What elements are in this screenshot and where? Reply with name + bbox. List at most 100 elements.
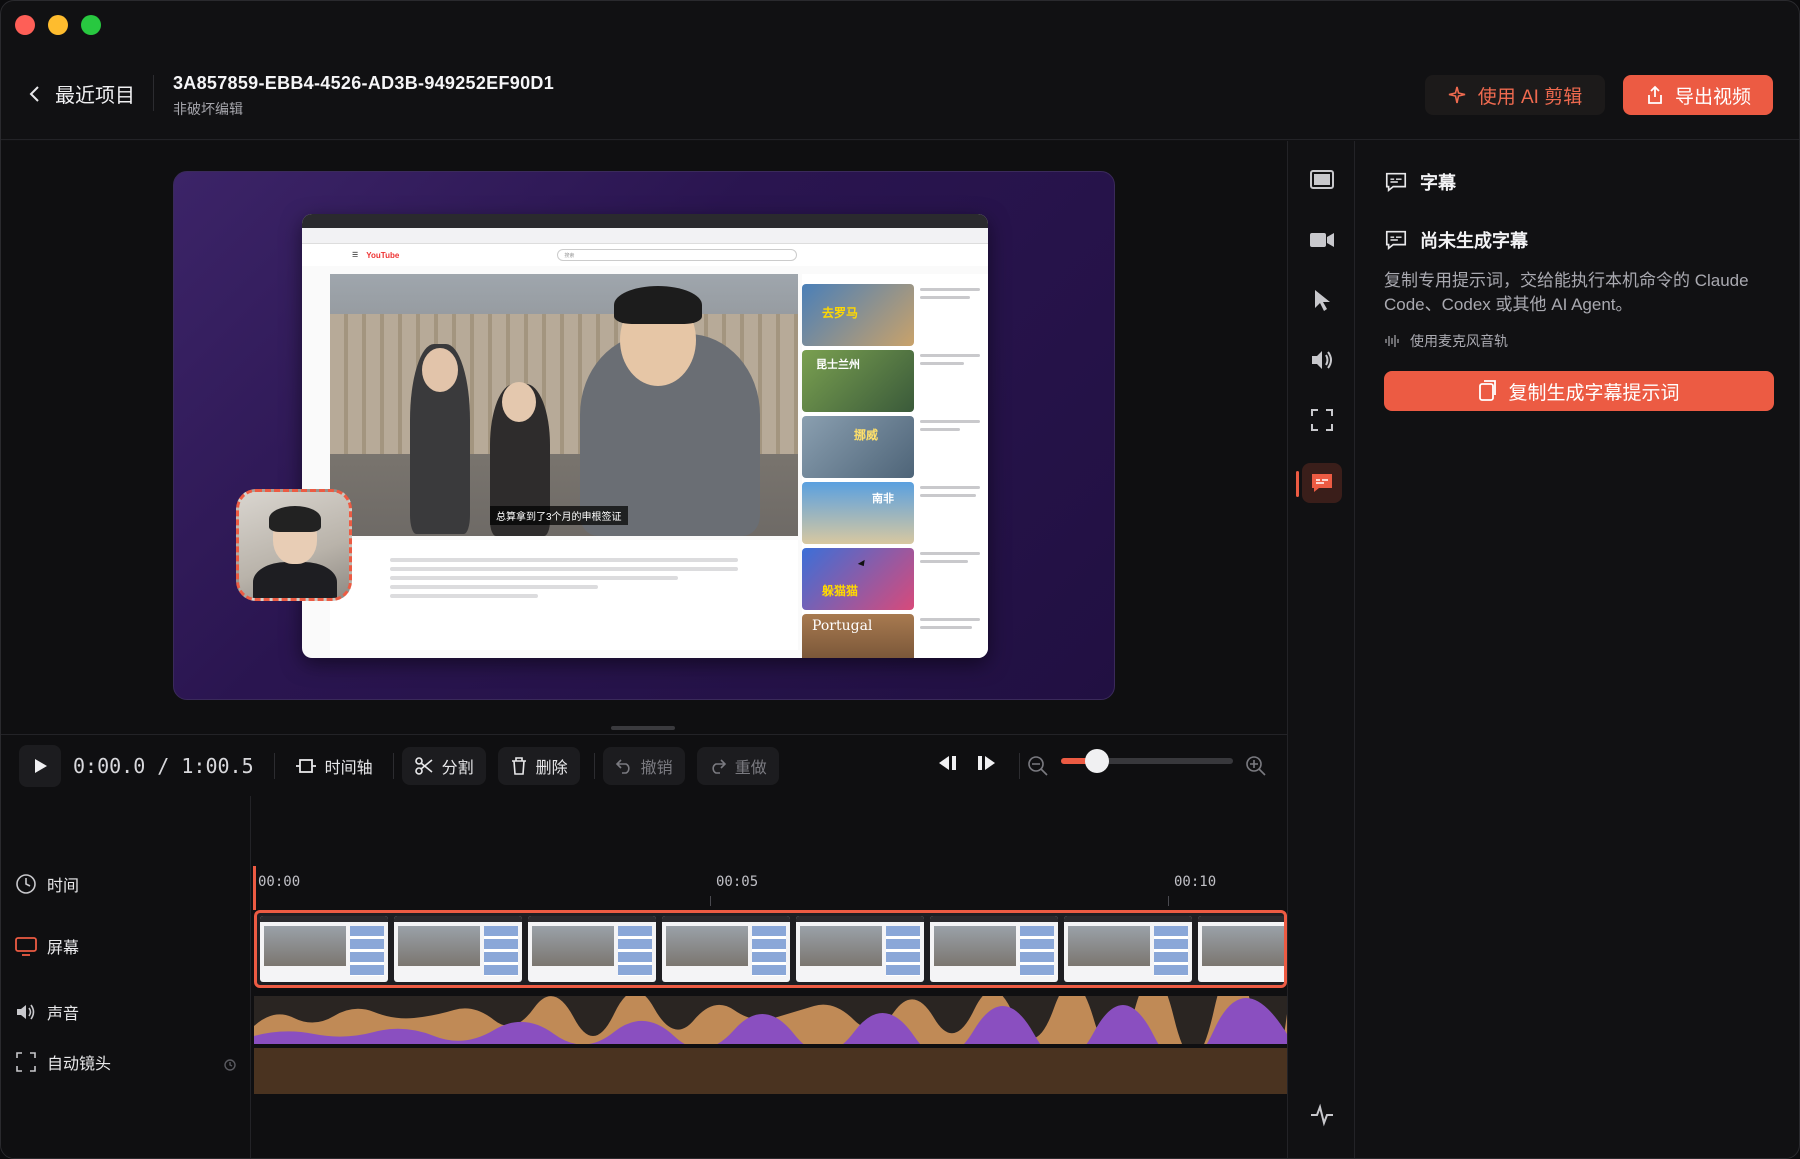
export-video-button[interactable]: 导出视频 [1623,75,1773,115]
clip-frame [796,916,924,982]
zoom-in-button[interactable] [1245,755,1267,782]
rail-camera[interactable] [1305,223,1339,257]
menu-icon: ☰ [352,252,359,259]
resize-handle[interactable] [611,726,675,730]
subtitle-icon [1385,230,1407,251]
delete-button[interactable]: 删除 [497,746,580,785]
video-person-3-hair [614,286,702,324]
rail-active-indicator [1296,471,1299,497]
screen-clip[interactable] [254,910,1287,988]
ai-edit-button[interactable]: 使用 AI 剪辑 [1425,75,1605,115]
zoom-out-button[interactable] [1027,755,1049,782]
split-button[interactable]: 分割 [401,746,486,785]
rail-zoom[interactable] [1305,403,1339,437]
play-icon [35,758,47,773]
thumbnail: 去罗马 [802,284,914,346]
ai-edit-label: 使用 AI 剪辑 [1477,86,1583,108]
timeline-icon [295,758,316,773]
cursor-arrow-icon [1315,290,1330,311]
back-label: 最近项目 [55,85,135,107]
undo-button[interactable]: 撤销 [602,746,685,785]
timeline-tracks[interactable]: 00:00 00:05 00:10 [252,796,1287,1158]
step-back-button[interactable] [935,753,959,778]
undo-icon [615,758,630,774]
audio-waveform[interactable] [254,996,1287,1044]
auto-camera-track[interactable] [254,1048,1287,1094]
panel-description: 复制专用提示词，交给能执行本机命令的 Claude Code、Codex 或其他… [1384,271,1749,314]
playhead[interactable] [253,866,256,910]
rail-activity[interactable] [1305,1097,1339,1131]
ruler-label: 00:00 [258,874,301,890]
mic-track-toggle[interactable]: 使用麦克风音轨 [1384,331,1508,351]
ruler-label: 00:05 [716,874,759,890]
header-bar: 最近项目 3A857859-EBB4-4526-AD3B-949252EF90D… [1,45,1799,140]
window-controls [15,15,101,35]
zoom-slider[interactable] [1061,749,1233,773]
step-forward-icon [978,756,995,770]
ruler-label: 00:10 [1174,874,1217,890]
reset-icon[interactable] [223,1058,237,1072]
rail-subtitles[interactable] [1302,463,1342,503]
clip-frame [930,916,1058,982]
export-label: 导出视频 [1674,86,1751,108]
browser-address-bar [302,228,988,244]
rail-audio[interactable] [1305,343,1339,377]
screen-recording-preview: ☰ YouTube 搜索 总算拿到了3个月的申根签证 去罗马 昆士兰州 挪威 南… [302,214,988,658]
zoom-button[interactable] [81,15,101,35]
video-person-2-face [502,382,536,422]
close-button[interactable] [15,15,35,35]
video-caption: 总算拿到了3个月的申根签证 [490,506,628,525]
chevron-left-icon [29,85,39,102]
focus-frame-icon [16,1052,36,1072]
back-button[interactable]: 最近项目 [25,79,135,108]
play-button[interactable] [19,744,61,787]
video-description [330,540,798,650]
track-auto-camera: 自动镜头 [15,1050,111,1074]
track-labels: 时间 屏幕 声音 自动镜头 [1,796,251,1158]
webcam-overlay[interactable] [236,489,352,601]
thumbnail: 躲猫猫 [802,548,914,610]
camera-icon [1310,233,1334,247]
playback-toolbar: 0:00.0 / 1:00.5 时间轴 分割 删除 撤销 重做 [1,734,1287,796]
subtitle-icon [1385,172,1407,193]
zoom-slider-knob[interactable] [1085,749,1109,773]
clip-frame [1198,916,1284,982]
app-window: 最近项目 3A857859-EBB4-4526-AD3B-949252EF90D… [0,0,1800,1159]
mac-menubar [302,214,988,228]
clip-frame [260,916,388,982]
clip-frame [1064,916,1192,982]
subtitle-panel: 字幕 尚未生成字幕 复制专用提示词，交给能执行本机命令的 Claude Code… [1356,141,1799,1158]
subtitle-status: 尚未生成字幕 [1384,227,1528,253]
timecode: 0:00.0 / 1:00.5 [73,753,254,778]
step-back-icon [939,756,956,770]
track-screen: 屏幕 [15,934,79,958]
timeline-button[interactable]: 时间轴 [283,747,385,785]
share-icon [1648,85,1662,104]
monitor-icon [15,937,37,956]
project-subtitle: 非破坏编辑 [173,101,243,117]
rail-cursor[interactable] [1305,283,1339,317]
speaker-icon [17,1004,35,1020]
copy-subtitle-prompt-button[interactable]: 复制生成字幕提示词 [1384,371,1774,411]
clip-frame [662,916,790,982]
waveform-icon [1385,335,1399,347]
tool-rail [1287,141,1355,1158]
redo-button[interactable]: 重做 [696,746,779,785]
step-forward-button[interactable] [975,753,999,778]
thumbnail: 昆士兰州 [802,350,914,412]
rail-background[interactable] [1305,163,1339,197]
track-audio: 声音 [15,1000,79,1024]
youtube-recommendations: 去罗马 昆士兰州 挪威 南非 躲猫猫 Portugal [802,274,988,658]
project-title: 3A857859-EBB4-4526-AD3B-949252EF90D1 [173,73,555,93]
minimize-button[interactable] [48,15,68,35]
track-time: 时间 [15,872,79,896]
sparkle-icon [1448,86,1465,104]
editor-area: ☰ YouTube 搜索 总算拿到了3个月的申根签证 去罗马 昆士兰州 挪威 南… [1,141,1287,1158]
thumbnail: 南非 [802,482,914,544]
trash-icon [511,756,526,775]
zoom-out-icon [1028,756,1048,776]
preview-canvas[interactable]: ☰ YouTube 搜索 总算拿到了3个月的申根签证 去罗马 昆士兰州 挪威 南… [173,171,1115,700]
focus-frame-icon [1311,409,1333,431]
youtube-logo: YouTube [366,250,400,260]
speaker-icon [1312,351,1332,369]
